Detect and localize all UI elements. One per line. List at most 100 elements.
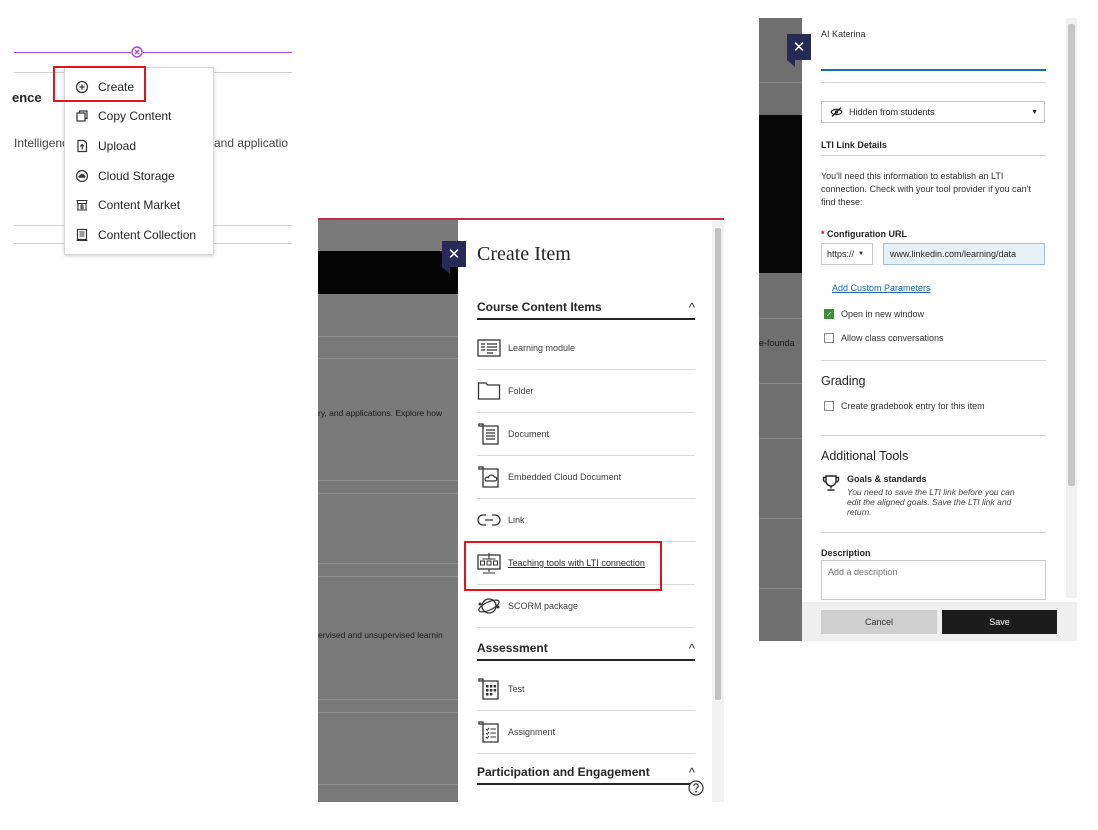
section-header-assessment[interactable]: Assessment ^ xyxy=(477,637,695,661)
goals-standards-title: Goals & standards xyxy=(847,474,927,484)
section-header-course-content[interactable]: Course Content Items ^ xyxy=(477,296,695,320)
allow-conversations-label: Allow class conversations xyxy=(841,333,944,343)
content-menu-panel: ence Intelligenc and applicatio Create C… xyxy=(0,0,300,270)
url-scheme-select[interactable]: https://▼ xyxy=(821,243,873,265)
close-icon: ✕ xyxy=(792,39,806,56)
course-background xyxy=(759,18,802,641)
divider xyxy=(821,532,1046,533)
divider xyxy=(759,588,802,589)
item-label: SCORM package xyxy=(508,601,579,611)
chevron-up-icon: ^ xyxy=(688,640,695,656)
item-assignment[interactable]: Assignment xyxy=(477,711,695,754)
item-label: Test xyxy=(508,684,525,694)
section-description-left: Intelligenc xyxy=(14,136,69,150)
allow-conversations-checkbox[interactable] xyxy=(824,333,834,343)
collection-icon xyxy=(75,228,89,242)
description-input[interactable] xyxy=(821,560,1046,600)
folder-icon xyxy=(477,380,501,402)
cancel-button[interactable]: Cancel xyxy=(821,610,937,634)
upload-icon xyxy=(75,139,89,153)
item-label: Folder xyxy=(508,386,534,396)
description-label: Description xyxy=(821,548,871,558)
close-menu-icon[interactable] xyxy=(131,46,143,58)
item-label: Learning module xyxy=(508,343,576,353)
add-custom-parameters-link[interactable]: Add Custom Parameters xyxy=(832,283,931,293)
section-header-participation[interactable]: Participation and Engagement ^ xyxy=(477,761,695,785)
chevron-up-icon: ^ xyxy=(688,764,695,780)
section-label: Course Content Items xyxy=(477,300,602,314)
drawer-title: Create Item xyxy=(477,243,571,265)
divider xyxy=(759,438,802,439)
divider xyxy=(759,383,802,384)
item-label: Embedded Cloud Document xyxy=(508,472,622,482)
scrollbar-thumb[interactable] xyxy=(1068,24,1075,486)
copy-icon xyxy=(75,109,89,123)
item-scorm-package[interactable]: SCORM package xyxy=(477,585,695,628)
divider xyxy=(318,576,458,577)
scrollbar-thumb[interactable] xyxy=(715,228,721,700)
background-text: ry, and applications. Explore how xyxy=(318,408,443,418)
title-input-value[interactable]: AI Katerina xyxy=(821,29,866,39)
divider xyxy=(318,712,458,713)
divider xyxy=(318,358,458,359)
menu-item-content-market[interactable]: Content Market xyxy=(65,192,213,218)
gradebook-entry-label: Create gradebook entry for this item xyxy=(841,401,985,411)
background-text: e-founda xyxy=(759,338,795,348)
config-url-input[interactable] xyxy=(883,243,1045,265)
item-learning-module[interactable]: Learning module xyxy=(477,327,695,370)
title-input-underline xyxy=(821,69,1046,71)
item-test[interactable]: Test xyxy=(477,668,695,711)
section-description-right: and applicatio xyxy=(214,136,289,150)
item-embedded-cloud-document[interactable]: Embedded Cloud Document xyxy=(477,456,695,499)
menu-item-label: Upload xyxy=(98,139,137,153)
divider xyxy=(759,318,802,319)
close-button[interactable]: ✕ xyxy=(442,241,466,267)
course-banner xyxy=(759,115,802,273)
course-background xyxy=(318,220,458,802)
additional-tools-heading: Additional Tools xyxy=(821,449,909,463)
cloud-document-icon xyxy=(477,466,501,488)
section-heading: ence xyxy=(12,90,42,105)
item-link[interactable]: Link xyxy=(477,499,695,542)
menu-item-content-collection[interactable]: Content Collection xyxy=(65,222,213,248)
open-new-window-checkbox[interactable]: ✓ xyxy=(824,309,834,319)
divider xyxy=(821,360,1046,361)
required-asterisk: * xyxy=(821,229,825,239)
chevron-up-icon: ^ xyxy=(688,299,695,315)
item-folder[interactable]: Folder xyxy=(477,370,695,413)
divider xyxy=(821,435,1046,436)
item-document[interactable]: Document xyxy=(477,413,695,456)
divider xyxy=(318,699,458,700)
menu-item-label: Copy Content xyxy=(98,109,172,123)
chevron-down-icon: ▼ xyxy=(858,251,864,257)
section-label: Assessment xyxy=(477,641,548,655)
eye-slash-icon xyxy=(830,107,843,117)
scorm-icon xyxy=(477,595,501,617)
visibility-dropdown[interactable]: Hidden from students ▼ xyxy=(821,101,1045,123)
background-text: ervised and unsupervised learnin xyxy=(318,630,443,640)
highlight-box-create xyxy=(53,66,146,102)
save-button[interactable]: Save xyxy=(942,610,1057,634)
item-label: Link xyxy=(508,515,525,525)
help-icon[interactable] xyxy=(688,780,704,796)
url-scheme-value: https:// xyxy=(827,249,855,259)
goals-standards-note: You need to save the LTI link before you… xyxy=(847,487,1015,517)
section-label: Participation and Engagement xyxy=(477,765,650,779)
close-button[interactable]: ✕ xyxy=(787,34,811,60)
menu-item-cloud-storage[interactable]: Cloud Storage xyxy=(65,163,213,189)
gradebook-entry-checkbox[interactable] xyxy=(824,401,834,411)
divider xyxy=(759,518,802,519)
highlight-box-lti xyxy=(464,541,662,591)
insert-divider-line xyxy=(14,52,292,53)
divider xyxy=(821,82,1046,83)
visibility-value: Hidden from students xyxy=(849,107,935,117)
divider xyxy=(318,784,458,785)
grading-heading: Grading xyxy=(821,374,866,388)
item-label: Document xyxy=(508,429,550,439)
trophy-icon xyxy=(822,474,840,492)
close-icon: ✕ xyxy=(447,246,461,263)
lti-info-text: You'll need this information to establis… xyxy=(821,171,1031,207)
menu-item-copy-content[interactable]: Copy Content xyxy=(65,103,213,129)
menu-item-upload[interactable]: Upload xyxy=(65,133,213,159)
cloud-icon xyxy=(75,169,89,183)
